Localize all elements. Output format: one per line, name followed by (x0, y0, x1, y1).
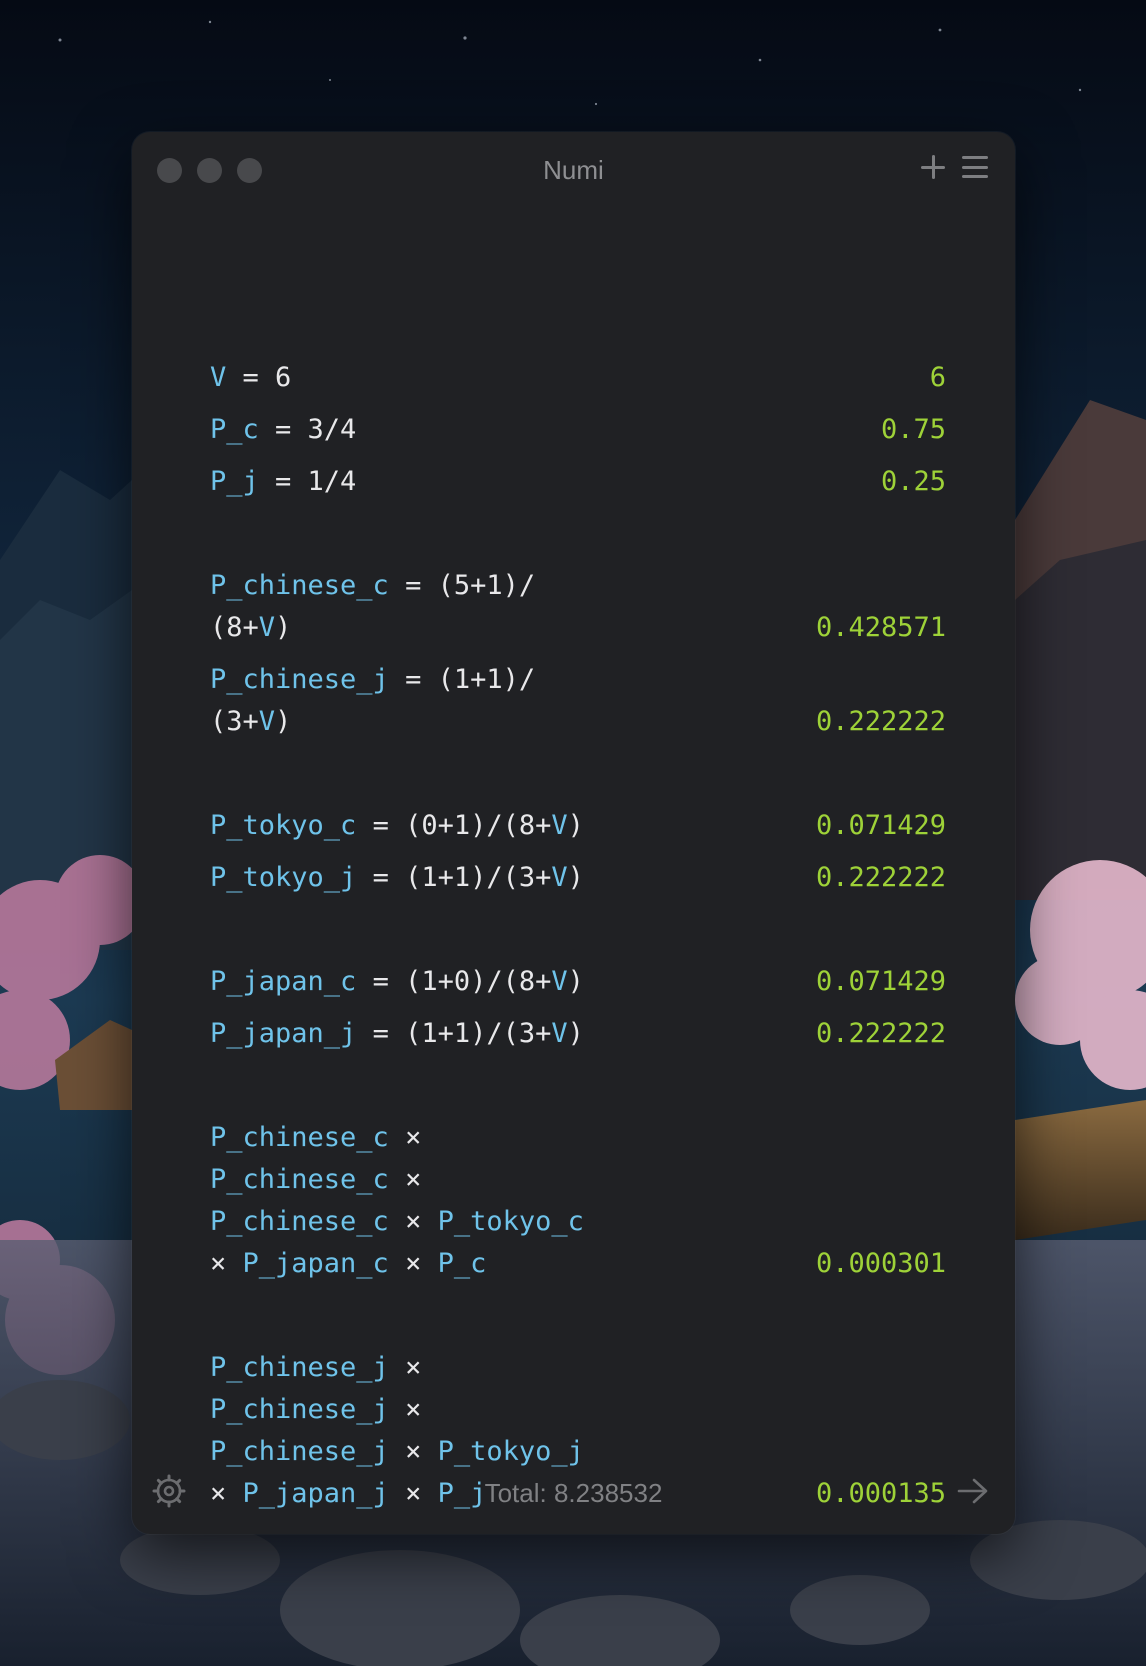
expression-text: P_chinese_j × (210, 1394, 422, 1425)
calc-line[interactable]: P_chinese_c × P_chinese_c × P_chinese_c × … (210, 1117, 946, 1295)
expression-text: P_japan_c = (1+0)/(8+V) (210, 966, 584, 997)
title-bar: Numi (132, 132, 1015, 206)
result-value[interactable]: 0.25 (881, 461, 946, 503)
expression-text: P_chinese_c × (210, 1122, 422, 1153)
result-value[interactable]: 0.222222 (816, 701, 946, 743)
result-value[interactable]: 0.222222 (816, 857, 946, 899)
expression-text: P_c = 3/4 (210, 414, 357, 445)
result-value[interactable]: 0.428571 (816, 607, 946, 649)
expression-text: (3+V) (210, 706, 292, 737)
calculation-editor[interactable]: V = 6 6 P_c = 3/4 0.75 P_j = 1/4 0.25 P_chines… (210, 357, 946, 1525)
arrow-right-icon[interactable] (957, 1476, 989, 1506)
expression-text: P_chinese_c × P_tokyo_c (210, 1206, 584, 1237)
expression[interactable]: P_chinese_j = (1+1)/ (3+V) (210, 659, 610, 743)
menu-icon[interactable] (962, 156, 988, 178)
expression-text: P_tokyo_c = (0+1)/(8+V) (210, 810, 584, 841)
expression-text: P_chinese_j × (210, 1352, 422, 1383)
calc-line[interactable]: P_j = 1/4 0.25 (210, 461, 946, 513)
expression-text: (8+V) (210, 612, 292, 643)
calc-line[interactable]: P_tokyo_c = (0+1)/(8+V) 0.071429 (210, 805, 946, 857)
calc-line[interactable]: P_japan_c = (1+0)/(8+V) 0.071429 (210, 961, 946, 1013)
result-value[interactable]: 6 (930, 357, 946, 399)
expression[interactable]: P_tokyo_j = (1+1)/(3+V) (210, 857, 610, 899)
expression-text: P_j = 1/4 (210, 466, 357, 497)
expression-text: P_chinese_j = (1+1)/ (210, 664, 536, 695)
expression[interactable]: P_c = 3/4 (210, 409, 610, 451)
expression[interactable]: P_tokyo_c = (0+1)/(8+V) (210, 805, 610, 847)
calc-line[interactable]: P_chinese_c = (5+1)/ (8+V) 0.428571 (210, 565, 946, 659)
expression-text: P_chinese_c × (210, 1164, 422, 1195)
numi-window: Numi V = 6 6 P_c = 3/4 0.75 P_j = 1/4 0.25 P_c… (132, 132, 1015, 1534)
expression-text: P_chinese_c = (5+1)/ (210, 570, 536, 601)
expression[interactable]: P_japan_j = (1+1)/(3+V) (210, 1013, 610, 1055)
expression[interactable]: P_chinese_c × P_chinese_c × P_chinese_c × … (210, 1117, 610, 1285)
expression[interactable]: P_japan_c = (1+0)/(8+V) (210, 961, 610, 1003)
expression-text: V = 6 (210, 362, 292, 393)
calc-line[interactable]: V = 6 6 (210, 357, 946, 409)
expression-text: P_japan_j = (1+1)/(3+V) (210, 1018, 584, 1049)
expression[interactable]: V = 6 (210, 357, 610, 399)
total-label: Total: 8.238532 (484, 1478, 663, 1508)
footer-bar: Total: 8.238532 (132, 1456, 1015, 1534)
result-value[interactable]: 0.000301 (816, 1243, 946, 1285)
calc-line[interactable]: P_chinese_j = (1+1)/ (3+V) 0.222222 (210, 659, 946, 753)
expression-text: P_tokyo_j = (1+1)/(3+V) (210, 862, 584, 893)
expression-text: × P_japan_c × P_c (210, 1248, 487, 1279)
result-value[interactable]: 0.75 (881, 409, 946, 451)
plus-icon[interactable] (920, 154, 946, 180)
calc-line[interactable]: P_c = 3/4 0.75 (210, 409, 946, 461)
result-value[interactable]: 0.071429 (816, 961, 946, 1003)
window-title: Numi (543, 155, 604, 185)
expression[interactable]: P_chinese_c = (5+1)/ (8+V) (210, 565, 610, 649)
calc-line[interactable]: P_japan_j = (1+1)/(3+V) 0.222222 (210, 1013, 946, 1065)
result-value[interactable]: 0.222222 (816, 1013, 946, 1055)
expression[interactable]: P_j = 1/4 (210, 461, 610, 503)
result-value[interactable]: 0.071429 (816, 805, 946, 847)
calc-line[interactable]: P_tokyo_j = (1+1)/(3+V) 0.222222 (210, 857, 946, 909)
